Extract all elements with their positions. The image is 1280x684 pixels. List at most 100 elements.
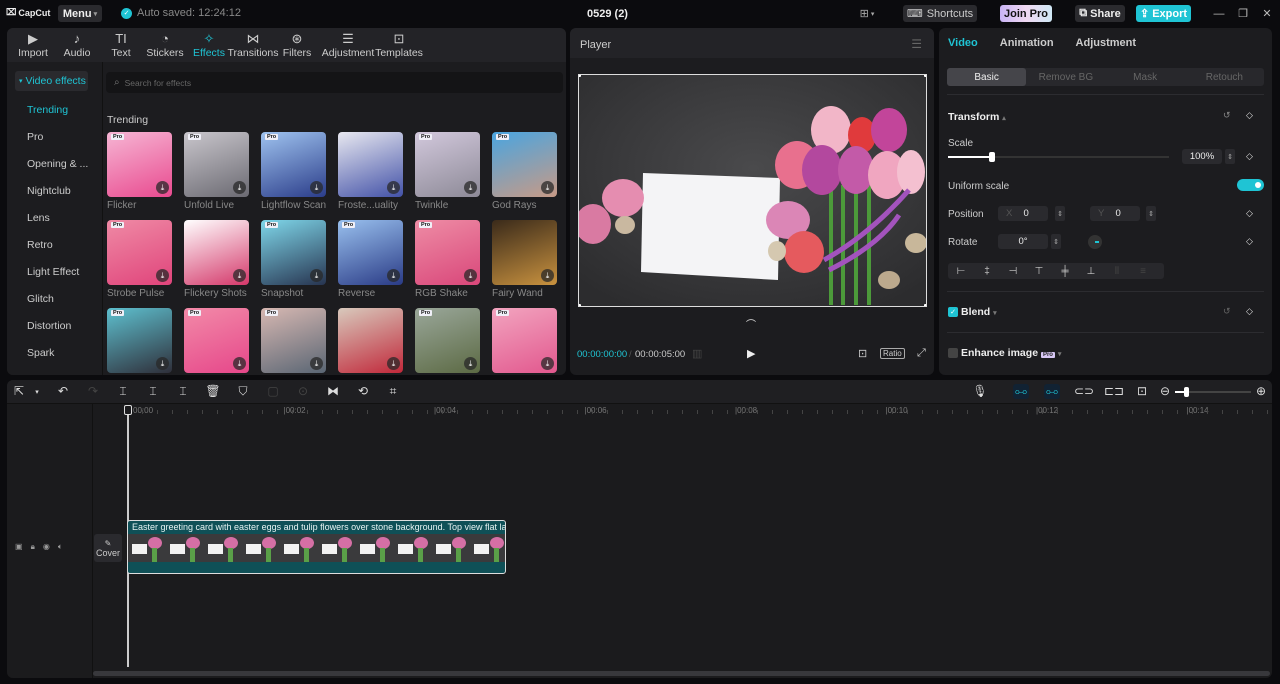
download-icon[interactable]: ⤓ bbox=[464, 357, 477, 370]
download-icon[interactable]: ⤓ bbox=[233, 357, 246, 370]
effect-item[interactable]: Pro ⤓ Strobe Pulse bbox=[107, 220, 172, 299]
effect-item[interactable]: Pro ⤓ God Rays bbox=[492, 132, 557, 211]
export-button[interactable]: ⇪ Export bbox=[1136, 5, 1191, 22]
split-right-icon[interactable]: ⌶ bbox=[175, 384, 191, 399]
playhead-handle[interactable] bbox=[124, 405, 132, 415]
download-icon[interactable]: ⤓ bbox=[233, 269, 246, 282]
effect-item[interactable]: Pro ⤓ bbox=[492, 308, 557, 373]
ratio-button[interactable]: Ratio bbox=[880, 348, 905, 359]
subtab-basic[interactable]: Basic bbox=[947, 68, 1027, 86]
transform-section-title[interactable]: Transform ▴ bbox=[948, 111, 1006, 123]
resize-handle-bottom-left[interactable] bbox=[579, 304, 581, 306]
effect-item[interactable]: ⤓ bbox=[338, 308, 403, 373]
keyframe-transform-button[interactable]: ◇ bbox=[1246, 110, 1253, 121]
category-light-effect[interactable]: Light Effect bbox=[27, 266, 79, 278]
zoom-out-icon[interactable]: ⊖ bbox=[1157, 384, 1173, 398]
eye-icon[interactable]: ◉ bbox=[43, 542, 50, 552]
rotate-handle-icon[interactable]: ⌒ bbox=[746, 316, 756, 331]
layout-button[interactable]: ⊞ ▾ bbox=[852, 5, 882, 22]
tab-filters[interactable]: ⊛ Filters bbox=[275, 28, 319, 62]
align-top-icon[interactable]: ⊤ bbox=[1026, 266, 1052, 277]
distribute-h-icon[interactable]: ⦀ bbox=[1104, 266, 1130, 277]
freeze-icon[interactable]: ▢ bbox=[265, 384, 281, 398]
effect-item[interactable]: Pro ⤓ Unfold Live bbox=[184, 132, 249, 211]
microphone-icon[interactable]: 🎙︎ bbox=[972, 384, 988, 398]
tab-adjustment[interactable]: ☰ Adjustment bbox=[319, 28, 377, 62]
tab-templates[interactable]: ⊡ Templates bbox=[375, 28, 423, 62]
reverse-icon[interactable]: ⊙ bbox=[295, 384, 311, 398]
keyframe-rotate-button[interactable]: ◇ bbox=[1246, 236, 1253, 247]
resize-handle-bottom-right[interactable] bbox=[924, 304, 926, 306]
rotate-dial[interactable] bbox=[1088, 235, 1102, 249]
tab-audio[interactable]: ♪ Audio bbox=[55, 28, 99, 62]
keyframe-position-button[interactable]: ◇ bbox=[1246, 208, 1253, 219]
restore-button[interactable]: ❐ bbox=[1236, 5, 1250, 22]
download-icon[interactable]: ⤓ bbox=[310, 181, 323, 194]
effect-item[interactable]: Pro ⤓ Flicker bbox=[107, 132, 172, 211]
position-x-stepper[interactable]: ⇕ bbox=[1055, 206, 1065, 221]
align-left-icon[interactable]: ⊢ bbox=[948, 266, 974, 277]
effect-item[interactable]: Pro ⤓ bbox=[415, 308, 480, 373]
align-bottom-icon[interactable]: ⊥ bbox=[1078, 266, 1104, 277]
auto-snap-icon[interactable]: ⧟ bbox=[1044, 384, 1060, 399]
chevron-down-icon[interactable]: ▾ bbox=[29, 388, 45, 396]
category-nightclub[interactable]: Nightclub bbox=[27, 185, 71, 197]
fullscreen-button[interactable]: ⤢ bbox=[917, 347, 926, 360]
video-clip[interactable]: Easter greeting card with easter eggs an… bbox=[127, 520, 506, 574]
rotate-input[interactable]: 0° bbox=[998, 234, 1048, 249]
main-track-magnet-icon[interactable]: ⧟ bbox=[1013, 384, 1029, 399]
play-button[interactable]: ▶ bbox=[747, 347, 755, 360]
blend-checkbox[interactable]: ✓ bbox=[948, 307, 958, 317]
align-center-v-icon[interactable]: ╪ bbox=[1052, 266, 1078, 277]
effect-item[interactable]: Pro ⤓ Reverse bbox=[338, 220, 403, 299]
category-spark[interactable]: Spark bbox=[27, 347, 54, 359]
effect-item[interactable]: Pro ⤓ RGB Shake bbox=[415, 220, 480, 299]
join-pro-button[interactable]: Join Pro bbox=[1000, 5, 1052, 22]
scale-slider[interactable] bbox=[948, 152, 1169, 162]
shortcuts-button[interactable]: ⌨ Shortcuts bbox=[903, 5, 977, 22]
subtab-retouch[interactable]: Retouch bbox=[1185, 68, 1264, 86]
position-x-input[interactable]: X0 bbox=[998, 206, 1048, 221]
timeline-horizontal-scrollbar[interactable] bbox=[93, 671, 1270, 676]
effect-item[interactable]: Pro ⤓ Twinkle bbox=[415, 132, 480, 211]
category-trending[interactable]: Trending bbox=[27, 104, 68, 116]
video-preview[interactable] bbox=[578, 74, 927, 307]
effect-item[interactable]: Pro ⤓ Lightflow Scan bbox=[261, 132, 326, 211]
split-left-icon[interactable]: ⌶ bbox=[145, 384, 161, 399]
download-icon[interactable]: ⤓ bbox=[464, 269, 477, 282]
position-y-input[interactable]: Y0 bbox=[1090, 206, 1140, 221]
crop-icon[interactable]: ⌗ bbox=[385, 384, 401, 399]
subtab-remove-bg[interactable]: Remove BG bbox=[1026, 68, 1105, 86]
lock-icon[interactable]: 🔒︎ bbox=[31, 542, 35, 552]
effect-item[interactable]: Pro ⤓ bbox=[107, 308, 172, 373]
split-icon[interactable]: ⌶ bbox=[115, 384, 131, 399]
reset-transform-button[interactable]: ↺ bbox=[1223, 110, 1231, 121]
download-icon[interactable]: ⤓ bbox=[387, 269, 400, 282]
download-icon[interactable]: ⤓ bbox=[233, 181, 246, 194]
mirror-icon[interactable]: ⧓ bbox=[325, 384, 341, 398]
scale-value-input[interactable]: 100% bbox=[1182, 149, 1222, 164]
player-menu-icon[interactable]: ☰ bbox=[911, 37, 922, 51]
effects-search-input[interactable]: ⌕ Search for effects bbox=[106, 72, 563, 93]
tab-import[interactable]: ▶ Import bbox=[11, 28, 55, 62]
enhance-image-title[interactable]: Enhance image Pro ▾ bbox=[961, 347, 1061, 359]
resize-handle-top-right[interactable] bbox=[924, 75, 926, 77]
redo-icon[interactable]: ↷ bbox=[85, 384, 101, 398]
category-distortion[interactable]: Distortion bbox=[27, 320, 71, 332]
position-y-stepper[interactable]: ⇕ bbox=[1146, 206, 1156, 221]
enhance-image-checkbox[interactable] bbox=[948, 348, 958, 358]
tab-transitions[interactable]: ⋈ Transitions bbox=[228, 28, 279, 62]
zoom-fit-button[interactable]: ⊡ bbox=[858, 347, 867, 360]
cover-button[interactable]: ✎ Cover bbox=[94, 534, 122, 562]
close-button[interactable]: ✕ bbox=[1260, 5, 1274, 22]
download-icon[interactable]: ⤓ bbox=[387, 357, 400, 370]
link-icon[interactable]: ⊂⊃ bbox=[1074, 384, 1094, 398]
rotate-icon[interactable]: ⟲ bbox=[355, 384, 371, 398]
timeline-zoom-slider[interactable] bbox=[1175, 387, 1251, 397]
select-tool-icon[interactable]: ⇱ bbox=[11, 384, 27, 398]
effect-item[interactable]: Pro ⤓ Snapshot bbox=[261, 220, 326, 299]
share-button[interactable]: ⧉ Share bbox=[1075, 5, 1125, 22]
zoom-slider-thumb[interactable] bbox=[1184, 387, 1190, 397]
tab-stickers[interactable]: ◔ Stickers bbox=[143, 28, 187, 62]
download-icon[interactable]: ⤓ bbox=[387, 181, 400, 194]
